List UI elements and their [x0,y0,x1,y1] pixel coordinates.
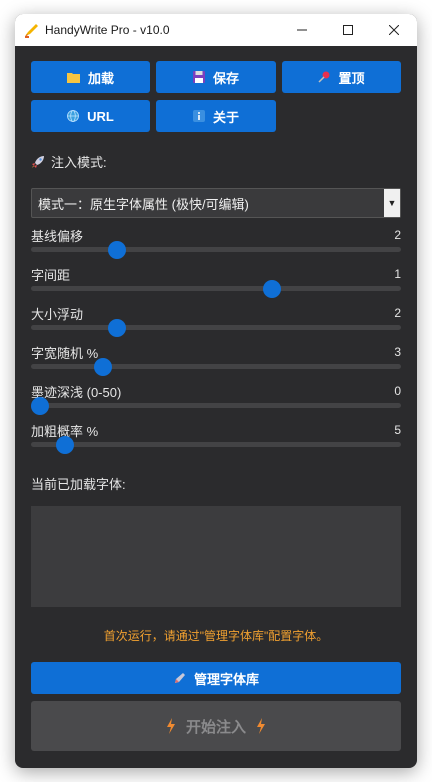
close-button[interactable] [371,14,417,46]
size-float-slider-thumb[interactable] [108,319,127,337]
minimize-button[interactable] [279,14,325,46]
baseline-label: 基线偏移 [31,229,84,244]
save-button[interactable]: 保存 [156,61,276,93]
minimize-icon [297,29,307,31]
baseline-slider-thumb[interactable] [108,241,127,259]
first-run-hint: 首次运行，请通过"管理字体库"配置字体。 [103,629,329,643]
window-title: HandyWrite Pro - v10.0 [45,23,170,37]
pen-icon [173,672,186,685]
app-window: HandyWrite Pro - v10.0 加载 保存 置顶 URL 关于 注… [15,14,417,768]
manage-fonts-button[interactable]: 管理字体库 [31,662,401,694]
save-label: 保存 [212,70,239,86]
spacing-value: 1 [394,267,401,281]
about-label: 关于 [212,109,239,125]
globe-icon [67,110,80,122]
spacing-slider-thumb[interactable] [263,280,282,298]
baseline-slider[interactable] [31,241,401,259]
rocket-icon [32,155,44,168]
spacing-slider[interactable] [31,280,401,298]
loaded-fonts-list[interactable] [31,506,401,607]
width-random-value: 3 [394,345,401,359]
size-float-label: 大小浮动 [31,307,84,322]
start-inject-button[interactable]: 开始注入 [31,701,401,751]
pushpin-icon [318,71,330,83]
start-inject-label: 开始注入 [185,718,246,736]
spacing-label: 字间距 [31,268,71,283]
mode-select[interactable]: 模式一：原生字体属性 (极快/可编辑) ▼ [31,188,401,218]
baseline-value: 2 [394,228,401,242]
maximize-icon [343,25,353,35]
url-button[interactable]: URL [31,100,150,132]
mode-selected-value: 模式一：原生字体属性 (极快/可编辑) [38,196,249,212]
info-icon [192,110,205,122]
lightning-icon [257,718,265,734]
bold-prob-slider[interactable] [31,436,401,454]
bold-prob-value: 5 [394,423,401,437]
bold-prob-slider-thumb[interactable] [55,436,74,454]
url-label: URL [87,108,114,124]
lightning-icon [166,718,175,734]
floppy-icon [192,71,205,83]
folder-icon [66,72,80,83]
ink-depth-slider-thumb[interactable] [31,397,49,415]
manage-fonts-label: 管理字体库 [193,671,259,687]
app-logo-icon [25,24,38,38]
pin-label: 置顶 [338,70,365,86]
width-random-label: 字宽随机 % [31,346,99,361]
width-random-slider-thumb[interactable] [94,358,113,376]
mode-label: 注入模式: [51,155,107,170]
pin-button[interactable]: 置顶 [282,61,401,93]
load-label: 加载 [87,70,114,86]
load-button[interactable]: 加载 [31,61,150,93]
close-icon [389,25,399,35]
size-float-slider[interactable] [31,319,401,337]
loaded-fonts-label: 当前已加载字体: [31,477,126,492]
width-random-slider[interactable] [31,358,401,376]
ink-depth-value: 0 [394,384,401,398]
ink-depth-slider[interactable] [31,397,401,415]
mode-label-row: 注入模式: [31,152,107,171]
size-float-value: 2 [394,306,401,320]
maximize-button[interactable] [325,14,371,46]
about-button[interactable]: 关于 [156,100,276,132]
title-bar: HandyWrite Pro - v10.0 [15,14,417,46]
chevron-down-icon: ▼ [384,189,400,217]
